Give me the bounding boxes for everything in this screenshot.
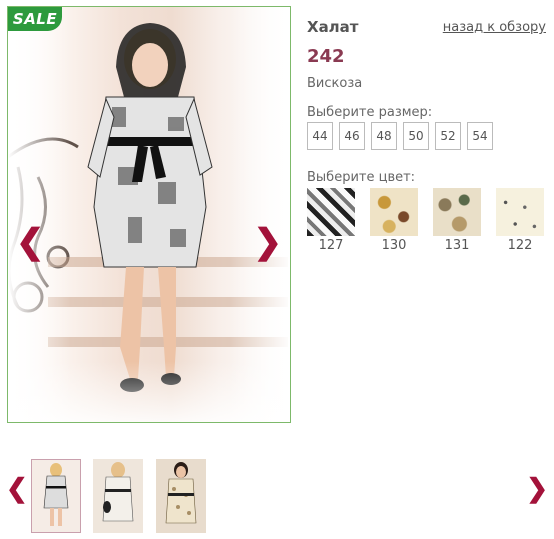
product-title: Халат — [307, 18, 359, 36]
thumbnail-image — [156, 459, 206, 533]
color-swatch[interactable] — [370, 188, 418, 236]
color-option[interactable]: 127 — [307, 188, 355, 253]
product-price: 242 — [307, 46, 345, 67]
color-option[interactable]: 122 — [496, 188, 544, 253]
thumbnail-strip: ❮ ❯ — [0, 456, 554, 536]
size-option[interactable]: 54 — [467, 122, 493, 150]
color-code: 131 — [444, 238, 470, 253]
sale-badge: SALE — [8, 7, 62, 31]
thumbnail-image — [32, 460, 80, 532]
color-option[interactable]: 130 — [370, 188, 418, 253]
color-swatch[interactable] — [433, 188, 481, 236]
model-illustration — [8, 7, 290, 422]
color-swatch[interactable] — [496, 188, 544, 236]
thumbnail-2[interactable] — [93, 459, 143, 533]
product-material: Вискоза — [307, 76, 363, 91]
color-swatch[interactable] — [307, 188, 355, 236]
main-product-image: SALE ❮ ❯ — [7, 6, 291, 423]
color-code: 127 — [318, 238, 344, 253]
thumbnail-image — [93, 459, 143, 533]
thumbnail-1[interactable] — [31, 459, 81, 533]
size-option[interactable]: 52 — [435, 122, 461, 150]
thumbs-next-arrow-icon[interactable]: ❯ — [526, 476, 548, 502]
color-selector: 127 130 131 122 — [307, 188, 544, 253]
color-option[interactable]: 131 — [433, 188, 481, 253]
main-next-arrow-icon[interactable]: ❯ — [254, 225, 283, 259]
color-code: 130 — [381, 238, 407, 253]
main-prev-arrow-icon[interactable]: ❮ — [16, 225, 45, 259]
back-to-overview-link[interactable]: назад к обзору — [443, 20, 546, 35]
thumbnail-3[interactable] — [156, 459, 206, 533]
thumbs-prev-arrow-icon[interactable]: ❮ — [6, 476, 28, 502]
size-option[interactable]: 48 — [371, 122, 397, 150]
size-option[interactable]: 46 — [339, 122, 365, 150]
color-code: 122 — [507, 238, 533, 253]
size-label: Выберите размер: — [307, 105, 433, 120]
color-label: Выберите цвет: — [307, 170, 416, 185]
size-option[interactable]: 50 — [403, 122, 429, 150]
size-selector: 44 46 48 50 52 54 — [307, 122, 493, 150]
size-option[interactable]: 44 — [307, 122, 333, 150]
